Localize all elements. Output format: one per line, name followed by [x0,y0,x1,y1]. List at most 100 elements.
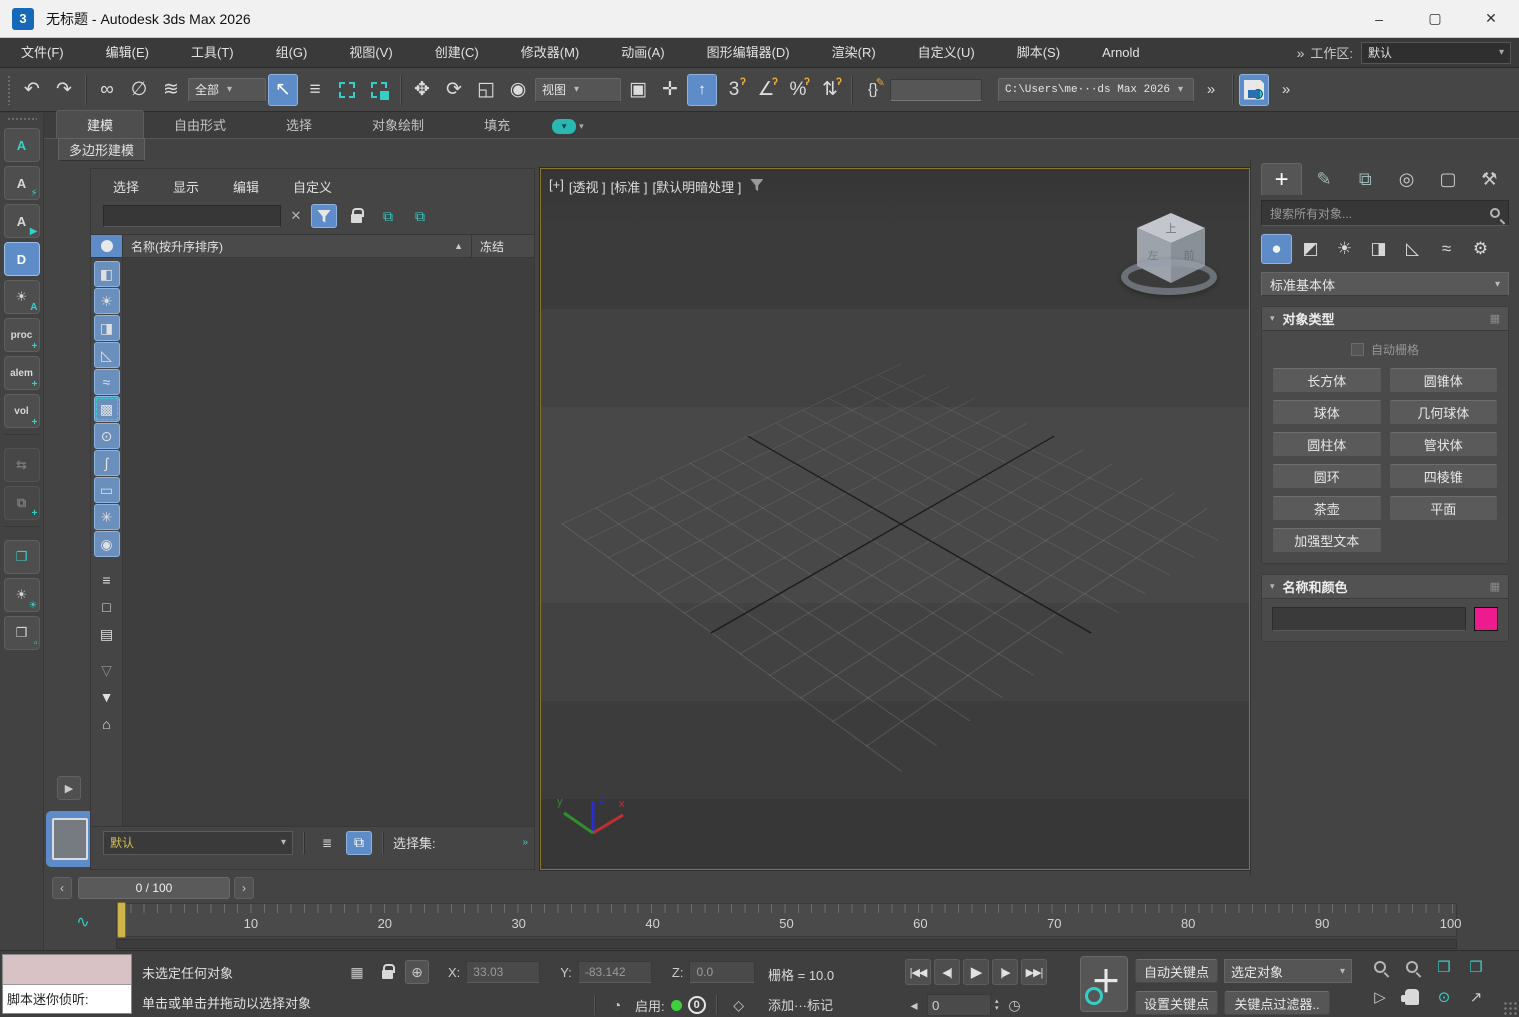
filter-cameras-icon[interactable]: ◨ [94,315,120,341]
torus-button[interactable]: 圆环 [1272,464,1382,489]
explorer-search-input[interactable] [103,205,281,227]
minimize-button[interactable]: – [1351,0,1407,37]
ribbon-tab-object-paint[interactable]: 对象绘制 [342,111,454,138]
ribbon-tab-modeling[interactable]: 建模 [56,110,144,138]
view-cube[interactable]: 上 左 前 [1121,207,1221,307]
filter-spacewarps-icon[interactable]: ≈ [94,369,120,395]
filter-funnel-icon[interactable]: ▽ [94,657,120,683]
orbit-button[interactable]: ⊙ [1432,985,1456,1009]
next-frame-button[interactable]: |▶ [992,959,1018,985]
maximize-viewport-toggle[interactable]: ↗ [1464,985,1488,1009]
ribbon-tab-selection[interactable]: 选择 [256,111,342,138]
cone-button[interactable]: 圆锥体 [1389,368,1499,393]
tube-button[interactable]: 管状体 [1389,432,1499,457]
filter-geometry-icon[interactable]: ◧ [94,261,120,287]
viewport-layout-expand-button[interactable]: ▶ [57,776,81,800]
project-folder-dropdown[interactable]: C:\Users\me···ds Max 2026 ▾ [998,78,1194,102]
app-icon[interactable]: 3 [12,8,34,30]
edit-named-selection-sets-button[interactable]: {}✎ [858,74,888,106]
explorer-menu-select[interactable]: 选择 [113,177,139,196]
reference-coordinate-dropdown[interactable]: 视图 ▾ [535,78,621,102]
window-crossing-toggle[interactable] [364,74,394,106]
menu-create[interactable]: 创建(C) [414,38,500,67]
category-lights-button[interactable]: ☀ [1329,234,1360,264]
go-to-end-button[interactable]: ▶▶| [1021,959,1047,985]
ribbon-tab-freeform[interactable]: 自由形式 [144,111,256,138]
collection-folder-icon[interactable]: ⌂ [94,711,120,737]
maxscript-mini-listener[interactable]: 脚本迷你侦听: [2,954,132,1014]
sphere-button[interactable]: 球体 [1272,400,1382,425]
menu-graph-editors[interactable]: 图形编辑器(D) [686,38,811,67]
select-and-rotate-button[interactable]: ⟳ [439,74,469,106]
arnold-scene-export-button[interactable]: D [4,242,40,276]
explorer-menu-display[interactable]: 显示 [173,177,199,196]
toolbar-overflow-icon[interactable]: » [1196,74,1226,106]
containers-button[interactable]: ❐ [4,540,40,574]
isolate-selection-toggle[interactable]: ◇ [727,993,751,1017]
clear-search-icon[interactable]: ✕ [287,208,305,224]
plane-button[interactable]: 平面 [1389,496,1499,521]
select-and-scale-button[interactable]: ◱ [471,74,501,106]
menu-rendering[interactable]: 渲染(R) [811,38,897,67]
zoom-button[interactable] [1368,955,1392,979]
display-list-view-icon[interactable]: ≡ [94,567,120,593]
play-animation-button[interactable]: ▶ [963,959,989,985]
ribbon-panel-polygon-modeling[interactable]: 多边形建模 [58,138,145,161]
pan-view-button[interactable] [1400,985,1424,1009]
key-filters-button[interactable]: 关键点过滤器.. [1224,991,1330,1015]
category-cameras-button[interactable]: ◨ [1363,234,1394,264]
lock-explorer-button[interactable] [343,204,369,228]
maximize-button[interactable]: ▢ [1407,0,1463,37]
mini-curve-editor-button[interactable]: ∿ [62,909,104,935]
filter-containers-icon[interactable]: ⊙ [94,423,120,449]
filter-config-icon[interactable]: ▼ [94,684,120,710]
arnold-renderview-button[interactable]: A [4,128,40,162]
select-by-name-button[interactable]: ≡ [300,74,330,106]
render-elements-button[interactable]: ❒▫ [4,616,40,650]
name-color-rollout-header[interactable]: ▾ 名称和颜色 ▦ [1262,575,1508,599]
add-time-tag-button[interactable]: 添加···标记 [768,995,833,1014]
next-frame-button[interactable]: › [234,877,254,899]
absolute-mode-transform-toggle[interactable]: ⊕ [405,960,429,984]
object-type-rollout-header[interactable]: ▾ 对象类型 ▦ [1262,307,1508,331]
object-color-swatch[interactable] [1474,607,1498,631]
filter-frozen-icon[interactable]: ▭ [94,477,120,503]
angle-snap-toggle[interactable]: ∠ʔ [751,74,781,106]
menu-scripting[interactable]: 脚本(S) [996,38,1081,67]
named-selection-input[interactable] [890,79,982,101]
frame-spinner[interactable]: ▴▾ [995,998,999,1012]
explorer-preset-dropdown[interactable]: 默认 ▾ [103,831,293,855]
box-button[interactable]: 长方体 [1272,368,1382,393]
pyramid-button[interactable]: 四棱锥 [1389,464,1499,489]
menu-tools[interactable]: 工具(T) [170,38,255,67]
arnold-volume-button[interactable]: vol+ [4,394,40,428]
select-object-button[interactable]: ↖ [268,74,298,106]
field-of-view-button[interactable]: ▷ [1368,985,1392,1009]
menu-file[interactable]: 文件(F) [0,38,85,67]
listener-output-pane[interactable]: 脚本迷你侦听: [3,985,131,1013]
viewport-layout-tab[interactable] [46,811,94,867]
cylinder-button[interactable]: 圆柱体 [1272,432,1382,457]
tab-modify[interactable]: ✎ [1304,163,1343,195]
window-resize-grip[interactable] [1503,1001,1517,1015]
filter-xrefs-icon[interactable]: ▩ [94,396,120,422]
tab-utilities[interactable]: ⚒ [1470,163,1509,195]
radio-column-header[interactable] [91,235,123,257]
current-frame-marker[interactable] [117,902,126,938]
x-coordinate-field[interactable] [466,961,540,983]
display-detail-icon[interactable]: ▤ [94,621,120,647]
category-systems-button[interactable]: ⚙ [1465,234,1496,264]
time-configuration-button[interactable]: ◷ [1003,993,1027,1017]
track-bar[interactable] [116,939,1457,949]
menu-customize[interactable]: 自定义(U) [897,38,996,67]
undo-button[interactable]: ↶ [17,74,47,106]
menu-views[interactable]: 视图(V) [328,38,413,67]
zoom-extents-all-button[interactable]: ❒ [1464,955,1488,979]
unlink-selection-button[interactable]: ∅ [124,74,154,106]
select-and-place-button[interactable]: ◉ [503,74,533,106]
key-target-dropdown[interactable]: 选定对象 ▾ [1224,959,1352,983]
degradation-count-badge[interactable]: 0 [688,996,706,1014]
arnold-alembic-button[interactable]: alem+ [4,356,40,390]
selection-lock-toggle[interactable] [375,960,399,984]
viewport-menu-general[interactable]: [+] [549,177,564,196]
